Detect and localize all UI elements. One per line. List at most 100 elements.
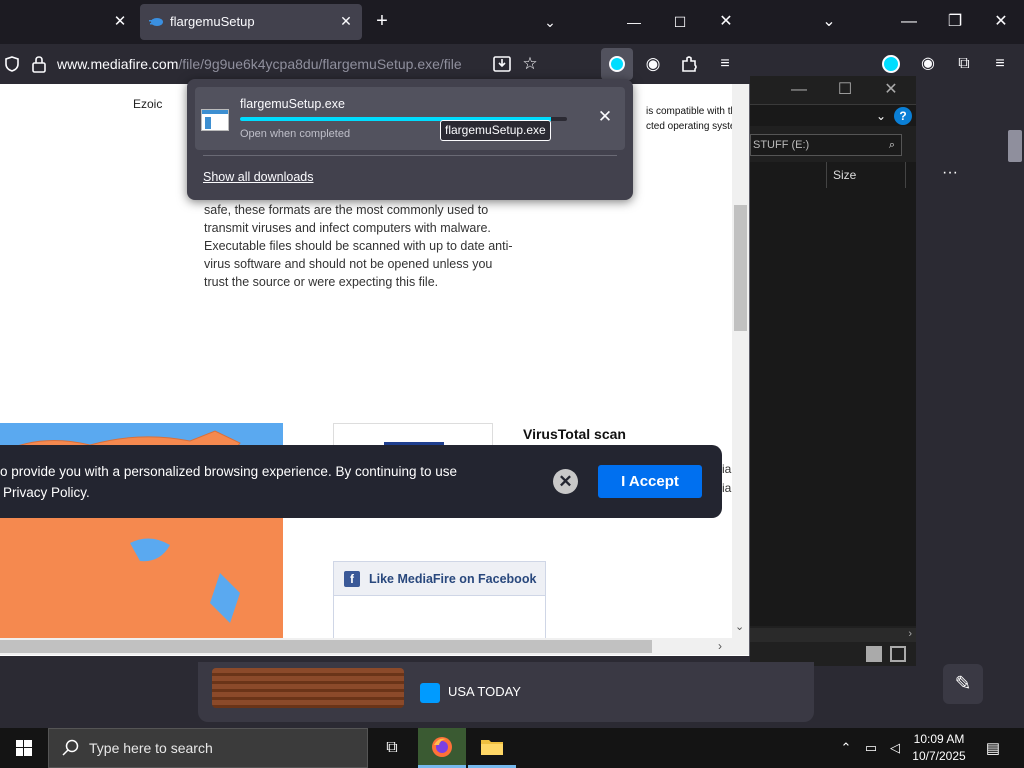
facebook-icon: f (344, 571, 360, 587)
explorer-file-list[interactable] (750, 162, 916, 626)
search-icon: ⌕ (888, 139, 895, 151)
cookie-close-button[interactable]: ✕ (553, 469, 578, 494)
download-tooltip: flargemuSetup.exe (440, 120, 551, 141)
facebook-like-box[interactable]: f Like MediaFire on Facebook (333, 561, 546, 638)
cookie-consent-banner: o provide you with a personalized browsi… (0, 445, 722, 518)
warning-line: safe, these formats are the most commonl… (204, 203, 489, 217)
download-file-name: flargemuSetup.exe (240, 97, 345, 111)
cancel-download-icon[interactable]: ✕ (595, 107, 615, 127)
compatibility-note: is compatible with th cted operating sys… (646, 104, 732, 134)
notification-center-icon[interactable]: ▤ (980, 738, 1006, 760)
page-vertical-scrollbar[interactable]: ⌄ (732, 84, 749, 638)
chevron-down-icon[interactable]: ⌄ (818, 12, 840, 32)
tab-bar: ✕ flargemuSetup ✕ + ⌄ — ☐ ✕ (0, 0, 750, 44)
help-icon[interactable]: ? (894, 107, 912, 125)
mediafire-favicon-icon (149, 18, 163, 26)
background-scroll-thumb[interactable] (1008, 130, 1022, 162)
close-icon[interactable]: ✕ (714, 10, 738, 34)
menu-icon[interactable]: ≡ (714, 53, 736, 75)
maximize-icon[interactable]: ☐ (668, 10, 692, 34)
chevron-down-icon[interactable]: ⌄ (872, 107, 890, 125)
chevron-right-icon[interactable]: › (718, 639, 722, 653)
lock-icon[interactable] (30, 54, 48, 74)
download-item[interactable]: flargemuSetup.exe Open when completed ✕ (195, 87, 625, 150)
new-tab-icon[interactable]: + (370, 10, 394, 34)
maximize-icon[interactable]: ☐ (834, 80, 856, 100)
windows-start-icon[interactable] (0, 728, 48, 768)
folder-icon (481, 740, 503, 755)
virustotal-title: VirusTotal scan (523, 426, 626, 442)
account-icon[interactable]: ◉ (642, 53, 664, 75)
page-horizontal-scroll-thumb[interactable] (0, 640, 652, 653)
downloads-button[interactable] (601, 48, 633, 80)
account-icon[interactable]: ◉ (917, 54, 939, 74)
more-options-icon[interactable]: ··· (942, 164, 958, 182)
firefox-window: ✕ flargemuSetup ✕ + ⌄ — ☐ ✕ www.mediafir… (0, 0, 750, 656)
warning-line: transmit viruses and infect computers wi… (204, 221, 491, 235)
background-vertical-scrollbar[interactable] (1006, 118, 1024, 728)
warning-line: trust the source or were expecting this … (204, 275, 439, 289)
cookie-text-line-1: o provide you with a personalized browsi… (0, 464, 458, 479)
explorer-size-column-header[interactable]: Size (826, 162, 906, 188)
bookmark-star-icon[interactable]: ☆ (518, 53, 542, 75)
extensions-icon[interactable]: ⧉ (953, 54, 975, 74)
explorer-title-bar: — ☐ ✕ (750, 76, 916, 104)
usa-today-logo-icon (420, 683, 440, 703)
show-all-downloads-button[interactable]: Show all downloads (203, 170, 314, 184)
file-explorer-window: — ☐ ✕ ⌄ ? STUFF (E:) ⌕ Size ··· › (750, 76, 958, 666)
save-page-icon[interactable] (490, 53, 514, 75)
news-thumbnail (212, 668, 404, 708)
taskbar-search-input[interactable]: Type here to search (48, 728, 368, 768)
file-explorer-taskbar-button[interactable] (468, 728, 516, 768)
privacy-policy-link[interactable]: Privacy Policy. (3, 485, 90, 500)
navigation-toolbar: www.mediafire.com/file/9g9ue6k4ycpa8du/f… (0, 44, 750, 84)
extensions-icon[interactable] (678, 53, 700, 75)
clock-date[interactable]: 10/7/2025 (902, 749, 976, 763)
network-icon[interactable]: ▭ (860, 738, 882, 758)
tiles-view-icon[interactable] (890, 646, 906, 662)
download-progress-icon (609, 56, 625, 72)
firefox-taskbar-button[interactable] (418, 728, 466, 768)
taskbar: Type here to search ⧉ ⌃ ▭ ◁ 10:09 AM 10/… (0, 728, 1024, 768)
edit-pencil-button[interactable]: ✎ (943, 664, 983, 704)
tab-flargemusetup[interactable]: flargemuSetup ✕ (140, 4, 362, 40)
tab-label: flargemuSetup (170, 14, 255, 29)
compat-line-2: cted operating syste (646, 121, 732, 132)
downloads-panel: flargemuSetup.exe Open when completed ✕ … (187, 79, 633, 200)
minimize-icon[interactable]: — (788, 80, 810, 100)
menu-icon[interactable]: ≡ (989, 54, 1011, 74)
explorer-search-placeholder: STUFF (E:) (753, 139, 810, 151)
firefox-icon (432, 737, 452, 757)
details-view-icon[interactable] (866, 646, 882, 662)
show-hidden-icons-icon[interactable]: ⌃ (836, 738, 856, 758)
explorer-search-input[interactable]: STUFF (E:) ⌕ (750, 134, 902, 156)
chevron-down-icon[interactable]: ⌄ (735, 620, 744, 633)
minimize-icon[interactable]: — (622, 10, 646, 34)
url-path: /file/9g9ue6k4ycpa8du/flargemuSetup.exe/… (178, 56, 462, 72)
news-source: USA TODAY (448, 684, 521, 699)
divider (203, 155, 617, 156)
page-scroll-thumb[interactable] (734, 205, 747, 331)
search-placeholder: Type here to search (89, 740, 213, 756)
download-status: Open when completed (240, 128, 351, 140)
minimize-icon[interactable]: — (898, 12, 920, 32)
download-progress-icon[interactable] (882, 55, 900, 73)
close-icon[interactable]: ✕ (880, 80, 902, 100)
accept-cookies-button[interactable]: I Accept (598, 465, 702, 498)
url-bar[interactable]: www.mediafire.com/file/9g9ue6k4ycpa8du/f… (57, 56, 462, 72)
facebook-like-label[interactable]: Like MediaFire on Facebook (369, 572, 536, 586)
chevron-down-icon[interactable]: ⌄ (538, 10, 562, 34)
tracking-shield-icon[interactable] (2, 54, 22, 74)
task-view-icon[interactable]: ⧉ (380, 736, 404, 760)
close-tab-icon[interactable]: ✕ (108, 10, 132, 34)
chevron-right-icon[interactable]: › (908, 628, 912, 640)
news-card[interactable]: USA TODAY (198, 662, 814, 722)
close-icon[interactable]: ✕ (990, 12, 1012, 32)
facebook-header: f Like MediaFire on Facebook (334, 562, 545, 596)
restore-icon[interactable]: ❐ (944, 12, 966, 32)
warning-line: Executable files should be scanned with … (204, 239, 513, 253)
explorer-horizontal-scrollbar[interactable]: › (750, 628, 916, 642)
close-tab-icon[interactable]: ✕ (336, 11, 356, 31)
warning-line: virus software and should not be opened … (204, 257, 493, 271)
clock-time[interactable]: 10:09 AM (902, 732, 976, 746)
